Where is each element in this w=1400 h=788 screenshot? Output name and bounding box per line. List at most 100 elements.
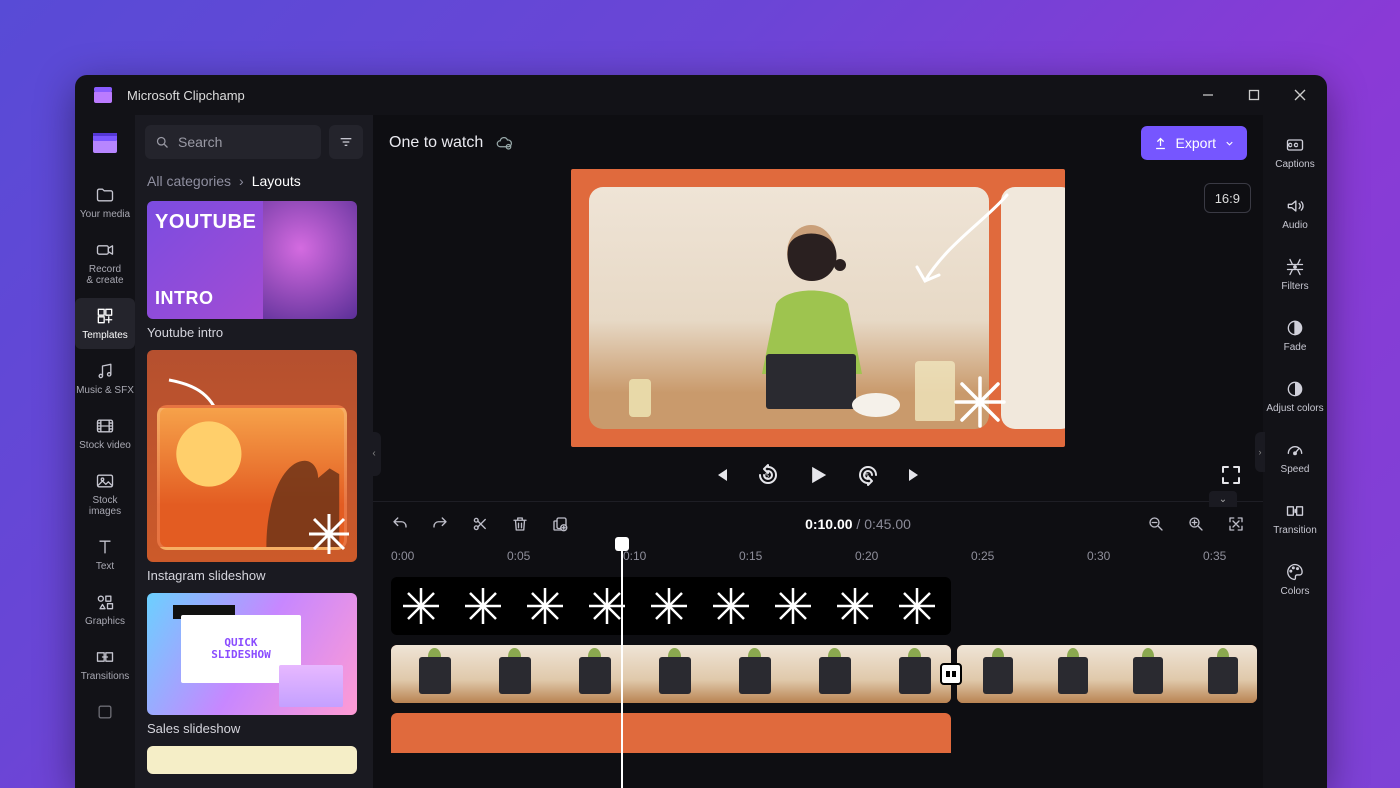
nav-music-sfx[interactable]: Music & SFX bbox=[75, 353, 135, 404]
delete-button[interactable] bbox=[511, 515, 529, 533]
zoom-out-button[interactable] bbox=[1147, 515, 1165, 533]
minimize-button[interactable] bbox=[1185, 75, 1231, 115]
template-instagram-slideshow[interactable]: Instagram slideshow bbox=[147, 350, 361, 583]
ruler-tick: 0:30 bbox=[1087, 549, 1110, 563]
nav-stock-images[interactable]: Stock images bbox=[75, 463, 135, 525]
more-icon bbox=[95, 702, 115, 722]
zoom-in-button[interactable] bbox=[1187, 515, 1205, 533]
export-button[interactable]: Export bbox=[1141, 126, 1247, 160]
templates-icon bbox=[95, 306, 115, 326]
prop-filters[interactable]: Filters bbox=[1263, 247, 1327, 302]
timeline-toolbar: 0:10.00 / 0:45.00 bbox=[373, 501, 1263, 545]
ruler-tick: 0:35 bbox=[1203, 549, 1226, 563]
app-window: Microsoft Clipchamp Your media Record & … bbox=[75, 75, 1327, 788]
close-button[interactable] bbox=[1277, 75, 1323, 115]
prop-label: Captions bbox=[1275, 159, 1314, 170]
zoom-fit-button[interactable] bbox=[1227, 515, 1245, 533]
nav-record-create[interactable]: Record & create bbox=[75, 232, 135, 294]
track-video-clip-1[interactable] bbox=[391, 645, 951, 703]
nav-label: Templates bbox=[82, 330, 128, 341]
music-icon bbox=[95, 361, 115, 381]
filter-button[interactable] bbox=[329, 125, 363, 159]
nav-more[interactable] bbox=[75, 694, 135, 730]
rewind-5-button[interactable]: 5 bbox=[756, 463, 780, 487]
nav-label: Graphics bbox=[85, 616, 125, 627]
track-video-clip-2[interactable] bbox=[957, 645, 1257, 703]
prop-audio[interactable]: Audio bbox=[1263, 186, 1327, 241]
ruler-tick: 0:00 bbox=[391, 549, 414, 563]
track-overlay-clip[interactable] bbox=[391, 577, 951, 635]
adjust-icon bbox=[1285, 379, 1305, 399]
nav-label: Music & SFX bbox=[76, 385, 134, 396]
expand-properties-button[interactable]: › bbox=[1255, 432, 1265, 472]
split-button[interactable] bbox=[471, 515, 489, 533]
prop-speed[interactable]: Speed bbox=[1263, 430, 1327, 485]
playback-controls: 5 5 bbox=[571, 461, 1065, 489]
video-icon bbox=[95, 416, 115, 436]
svg-text:5: 5 bbox=[865, 473, 869, 480]
filter-icon bbox=[338, 134, 354, 150]
sparkle-icon bbox=[953, 375, 1007, 429]
template-tile-text: QUICK SLIDESHOW bbox=[211, 637, 271, 661]
transition-marker[interactable] bbox=[940, 663, 962, 685]
prop-colors[interactable]: Colors bbox=[1263, 552, 1327, 607]
preview-canvas[interactable] bbox=[571, 169, 1065, 447]
template-item[interactable] bbox=[147, 746, 361, 774]
undo-button[interactable] bbox=[391, 515, 409, 533]
template-sales-slideshow[interactable]: QUICK SLIDESHOW Sales slideshow bbox=[147, 593, 361, 736]
search-input[interactable]: Search bbox=[145, 125, 321, 159]
playhead-line bbox=[621, 545, 623, 788]
nav-templates[interactable]: Templates bbox=[75, 298, 135, 349]
ruler-tick: 0:05 bbox=[507, 549, 530, 563]
breadcrumb-root[interactable]: All categories bbox=[147, 173, 231, 189]
skip-start-button[interactable] bbox=[708, 463, 732, 487]
duplicate-button[interactable] bbox=[551, 515, 569, 533]
nav-text[interactable]: Text bbox=[75, 529, 135, 580]
prop-transition[interactable]: Transition bbox=[1263, 491, 1327, 546]
camera-icon bbox=[95, 240, 115, 260]
prop-fade[interactable]: Fade bbox=[1263, 308, 1327, 363]
arrow-icon bbox=[907, 189, 1017, 309]
fullscreen-button[interactable] bbox=[1219, 463, 1243, 487]
timeline-tracks bbox=[373, 571, 1263, 761]
prop-captions[interactable]: Captions bbox=[1263, 125, 1327, 180]
time-display: 0:10.00 / 0:45.00 bbox=[805, 516, 911, 532]
nav-transitions[interactable]: Transitions bbox=[75, 639, 135, 690]
nav-stock-video[interactable]: Stock video bbox=[75, 408, 135, 459]
captions-icon bbox=[1285, 135, 1305, 155]
nav-label: Transitions bbox=[81, 671, 130, 682]
ruler-tick: 0:25 bbox=[971, 549, 994, 563]
cloud-sync-icon[interactable] bbox=[495, 134, 513, 152]
collapse-preview-button[interactable]: ⌄ bbox=[1209, 491, 1237, 507]
ruler-tick: 0:15 bbox=[739, 549, 762, 563]
speed-icon bbox=[1285, 440, 1305, 460]
redo-button[interactable] bbox=[431, 515, 449, 533]
play-button[interactable] bbox=[804, 461, 832, 489]
search-icon bbox=[155, 135, 170, 150]
maximize-button[interactable] bbox=[1231, 75, 1277, 115]
template-label: Instagram slideshow bbox=[147, 568, 361, 583]
prop-label: Transition bbox=[1273, 525, 1317, 536]
editor-area: One to watch Export bbox=[373, 115, 1263, 788]
playhead[interactable] bbox=[615, 537, 629, 551]
skip-end-button[interactable] bbox=[904, 463, 928, 487]
prop-adjust-colors[interactable]: Adjust colors bbox=[1263, 369, 1327, 424]
nav-graphics[interactable]: Graphics bbox=[75, 584, 135, 635]
templates-panel: Search All categories › Layouts YOUTUBEI… bbox=[135, 115, 373, 788]
clipchamp-logo-icon[interactable] bbox=[89, 127, 121, 159]
titlebar: Microsoft Clipchamp bbox=[75, 75, 1327, 115]
forward-5-button[interactable]: 5 bbox=[856, 463, 880, 487]
template-tile-text: YOUTUBE bbox=[155, 211, 255, 234]
svg-text:5: 5 bbox=[765, 473, 769, 480]
prop-label: Audio bbox=[1282, 220, 1308, 231]
chevron-down-icon bbox=[1224, 138, 1235, 149]
track-audio-clip[interactable] bbox=[391, 713, 951, 753]
nav-your-media[interactable]: Your media bbox=[75, 177, 135, 228]
prop-label: Colors bbox=[1281, 586, 1310, 597]
timeline-ruler[interactable]: 0:00 0:05 0:10 0:15 0:20 0:25 0:30 0:35 bbox=[373, 545, 1263, 571]
template-youtube-intro[interactable]: YOUTUBEINTRO Youtube intro bbox=[147, 201, 361, 340]
aspect-ratio-button[interactable]: 16:9 bbox=[1204, 183, 1251, 213]
audio-icon bbox=[1285, 196, 1305, 216]
template-label: Sales slideshow bbox=[147, 721, 361, 736]
project-title[interactable]: One to watch bbox=[389, 134, 483, 152]
